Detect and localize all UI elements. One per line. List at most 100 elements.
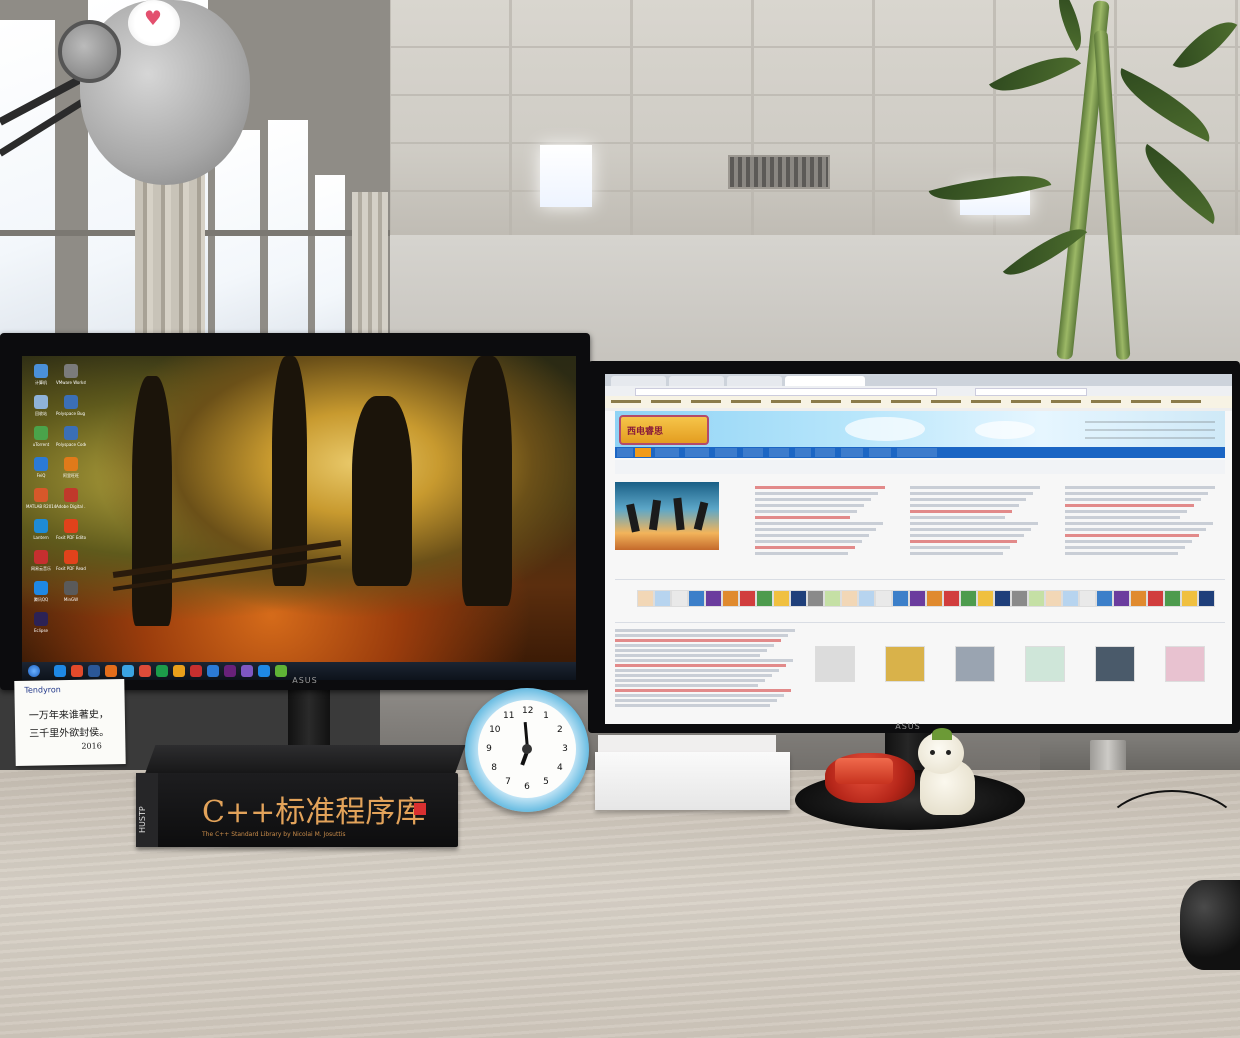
desktop-icon-label: 腾讯QQ: [33, 597, 49, 602]
taskbar-app-icon[interactable]: [88, 665, 100, 677]
desktop-icon-label: 网易云音乐: [31, 566, 51, 571]
taskbar-app-icon[interactable]: [224, 665, 236, 677]
tree-trunk: [132, 376, 172, 626]
lamp-joint: [58, 20, 121, 83]
app-icon: [34, 364, 48, 378]
app-icon: [34, 426, 48, 440]
window-pane: [315, 175, 345, 345]
taskbar-app-icon[interactable]: [241, 665, 253, 677]
app-icon: [34, 395, 48, 409]
windows-start-icon[interactable]: [28, 665, 40, 677]
featured-thumbnail[interactable]: [1095, 646, 1135, 682]
desktop-icon-label: Adobe Digital ...: [56, 504, 86, 509]
clock-number: 8: [491, 763, 497, 773]
desktop-icon-label: Foxit PDF Reader: [56, 566, 86, 571]
desktop-icon-label: Polyspace Code Pr...: [56, 442, 86, 447]
app-icon: [64, 581, 78, 595]
window-pane: [0, 20, 55, 335]
taskbar-app-icon[interactable]: [122, 665, 134, 677]
clock-number: 9: [486, 744, 492, 754]
left-monitor-screen: 计算机 VMware Workstation 回收站 Polyspace Bug Fi…: [22, 356, 576, 662]
app-icon: [64, 395, 78, 409]
clock-number: 3: [562, 744, 568, 754]
app-icon: [34, 550, 48, 564]
desktop-icon-label: uTorrent: [32, 442, 50, 447]
clock-number: 4: [557, 763, 563, 773]
desktop-icon-label: 回收站: [35, 411, 47, 416]
cpp-book: C++标准程序库 The C++ Standard Library by Nic…: [136, 773, 458, 847]
clock-number: 11: [503, 711, 515, 722]
desktop-icon-label: 计算机: [35, 380, 47, 385]
desktop-icon-label: Eclipse: [33, 628, 49, 633]
clock-number: 10: [489, 725, 501, 735]
app-icon: [34, 457, 48, 471]
taskbar-app-icon[interactable]: [258, 665, 270, 677]
clock-number: 5: [543, 776, 549, 787]
featured-thumbnail[interactable]: [885, 646, 925, 682]
computer-mouse: [1180, 880, 1240, 970]
desktop-icon-label: MATLAB R2014a: [26, 504, 56, 509]
taskbar-app-icon[interactable]: [207, 665, 219, 677]
desktop-icon-label: Lantern: [33, 535, 49, 540]
clock-number: 6: [524, 782, 530, 792]
app-icon: [64, 550, 78, 564]
taskbar-app-icon[interactable]: [173, 665, 185, 677]
app-icon: [64, 519, 78, 533]
sticky-note-brand: Tendyron: [24, 685, 61, 695]
tree-trunk: [462, 356, 512, 606]
taskbar-app-icon[interactable]: [105, 665, 117, 677]
lamp-sticker: ♥: [128, 0, 180, 46]
ceiling-light: [540, 145, 592, 207]
app-icon: [34, 519, 48, 533]
sticky-note-date: 2016: [81, 741, 102, 751]
clock-number: 12: [522, 706, 534, 716]
sticky-note-line: 三千里外欲封侯。: [29, 727, 110, 740]
desktop-icon-label: Polyspace Bug Find...: [56, 411, 86, 416]
featured-thumbnail[interactable]: [1165, 646, 1205, 682]
featured-thumbnail[interactable]: [955, 646, 995, 682]
book-spine: HUSTP: [136, 773, 158, 847]
featured-thumbnails: [605, 374, 1232, 724]
desktop-icon[interactable]: Eclipse: [26, 610, 56, 654]
air-vent: [728, 155, 830, 189]
app-icon: [64, 426, 78, 440]
sprout-icon: [932, 728, 952, 740]
app-icon: [64, 364, 78, 378]
taskbar-app-icon[interactable]: [156, 665, 168, 677]
app-icon: [34, 612, 48, 626]
office-desk-photo: ♥ 计算机 VMware Workstation 回收站 Polyspace Bug …: [0, 0, 1240, 1038]
clock-number: 7: [505, 776, 511, 787]
featured-thumbnail[interactable]: [815, 646, 855, 682]
clock-number: 2: [557, 725, 563, 735]
clock-face: 12 1 2 3 4 5 6 7 8 9 10 11: [478, 700, 576, 798]
sticky-note-line: 一万年来谁著史，: [28, 709, 109, 722]
sticky-note: Tendyron 一万年来谁著史， 三千里外欲封侯。 2016: [14, 679, 126, 766]
heart-icon: ♥: [144, 6, 162, 30]
desktop-icon[interactable]: MinGW: [56, 579, 86, 623]
clock-number: 1: [543, 711, 549, 722]
white-box: [595, 752, 790, 810]
tape-dispenser-top: [835, 758, 893, 784]
app-icon: [34, 581, 48, 595]
book-subtitle: The C++ Standard Library by Nicolai M. J…: [202, 831, 346, 838]
taskbar-app-icon[interactable]: [139, 665, 151, 677]
taskbar-app-icon[interactable]: [190, 665, 202, 677]
curtain: [352, 192, 388, 352]
book-cover-top: [144, 745, 466, 775]
desktop-icon-label: 阿里旺旺: [63, 473, 79, 478]
mouse-cable: [1100, 790, 1240, 884]
desktop-icon-label: Foxit PDF Editor: [56, 535, 86, 540]
book-title: C++标准程序库: [202, 795, 426, 830]
taskbar-app-icon[interactable]: [71, 665, 83, 677]
desktop-icon-label: FeiQ: [36, 473, 46, 478]
app-icon: [64, 457, 78, 471]
right-monitor-logo: ASUS: [895, 722, 921, 731]
desktop-icon-grid: 计算机 VMware Workstation 回收站 Polyspace Bug Fi…: [26, 362, 136, 652]
desktop-icon-label: MinGW: [63, 597, 79, 602]
featured-thumbnail[interactable]: [1025, 646, 1065, 682]
box-lid: [598, 735, 776, 753]
app-icon: [64, 488, 78, 502]
book-publisher: HUSTP: [138, 806, 147, 833]
taskbar-app-icon[interactable]: [54, 665, 66, 677]
right-monitor-screen: 西电睿思: [605, 374, 1232, 724]
